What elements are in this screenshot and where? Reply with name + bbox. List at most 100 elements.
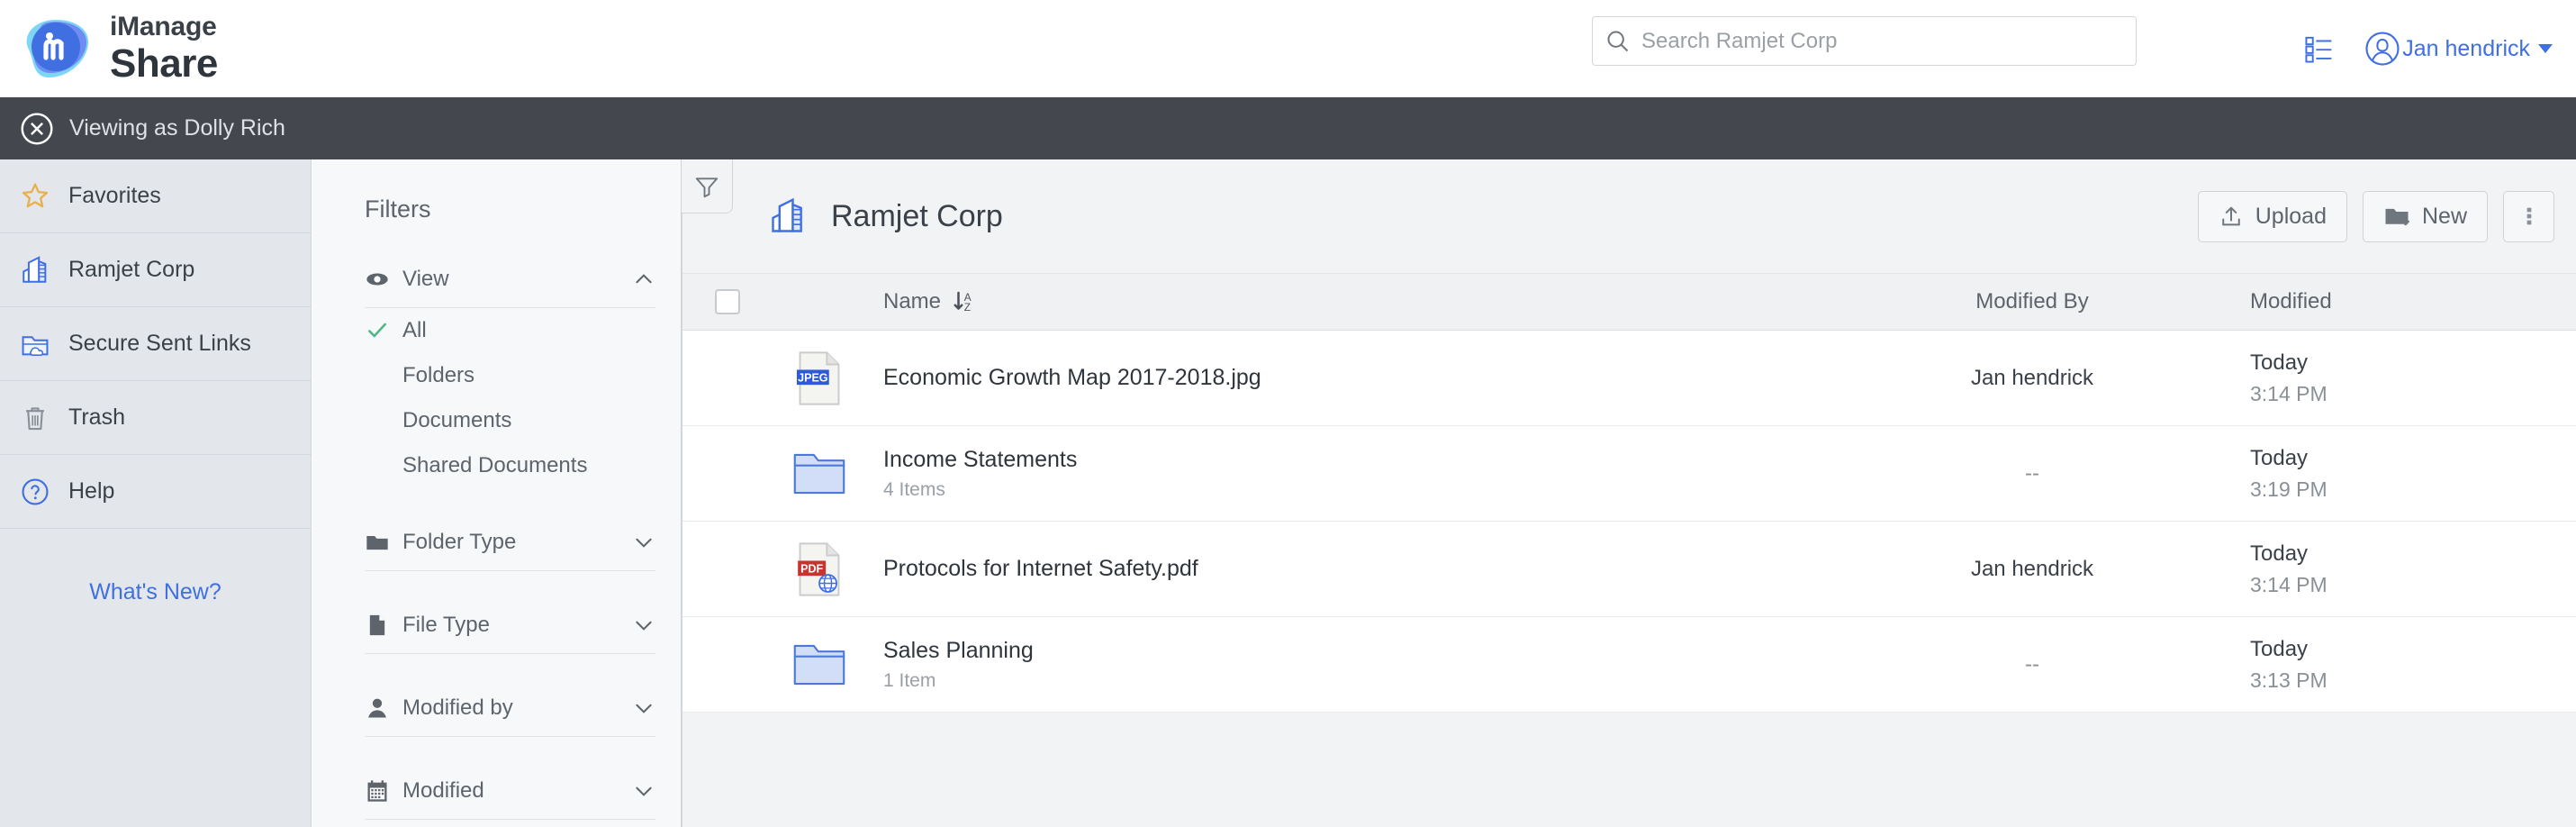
whats-new-link[interactable]: What's New? [89, 579, 221, 605]
question-circle-icon [20, 477, 50, 507]
modified-by-value: -- [2025, 652, 2039, 677]
row-name-cell[interactable]: Economic Growth Map 2017-2018.jpg [867, 365, 1852, 391]
star-icon [20, 181, 50, 212]
new-button[interactable]: New [2363, 191, 2488, 242]
whats-new-block: What's New? [0, 529, 311, 655]
modified-time: 3:14 PM [2250, 573, 2576, 597]
file-name: Economic Growth Map 2017-2018.jpg [883, 365, 1852, 391]
sidebar-label: Ramjet Corp [68, 257, 194, 283]
filter-option-folders[interactable]: Folders [365, 353, 655, 398]
row-modified-cell: Today 3:14 PM [2212, 541, 2576, 597]
chevron-up-icon[interactable] [632, 268, 655, 291]
calendar-icon [365, 778, 390, 804]
modified-by-value: Jan hendrick [1971, 557, 2093, 581]
chevron-down-icon[interactable] [632, 696, 655, 720]
sidebar-item-trash[interactable]: Trash [0, 381, 311, 455]
modified-time: 3:19 PM [2250, 477, 2576, 502]
content-header-actions: Upload New [2198, 191, 2554, 242]
filter-option-all[interactable]: All [365, 308, 655, 353]
top-header-bar: iManage Share [0, 0, 2576, 97]
file-name: Sales Planning [883, 638, 1852, 664]
building-icon [768, 196, 808, 236]
trash-icon [20, 403, 50, 433]
modified-by-column-header[interactable]: Modified By [1852, 289, 2212, 314]
brand-logo-block[interactable]: iManage Share [20, 14, 218, 84]
modified-column-header[interactable]: Modified [2212, 289, 2576, 314]
list-view-icon[interactable] [2300, 29, 2339, 68]
sidebar-item-secure-sent-links[interactable]: Secure Sent Links [0, 307, 311, 381]
filter-group-label: Modified [402, 778, 632, 804]
modified-day: Today [2250, 446, 2576, 471]
filter-group-label: View [402, 267, 632, 292]
select-all-cell [682, 289, 772, 314]
row-modified-by-cell: -- [1852, 461, 2212, 486]
modified-day: Today [2250, 541, 2576, 567]
filter-option-label: Shared Documents [402, 453, 587, 478]
upload-button[interactable]: Upload [2198, 191, 2347, 242]
select-all-checkbox[interactable] [715, 289, 740, 314]
modified-by-value: -- [2025, 461, 2039, 486]
filter-group-label: Modified by [402, 695, 632, 721]
filter-group-label: File Type [402, 613, 632, 638]
row-modified-cell: Today 3:14 PM [2212, 350, 2576, 406]
sidebar-label: Secure Sent Links [68, 331, 251, 357]
more-options-button[interactable] [2503, 191, 2554, 242]
main-content: Ramjet Corp Upload [682, 159, 2576, 827]
name-column-header[interactable]: Name A Z [867, 288, 1852, 315]
search-box[interactable] [1592, 16, 2137, 66]
sidebar-item-help[interactable]: Help [0, 455, 311, 529]
page-title: Ramjet Corp [831, 199, 1003, 234]
filter-group-header-file-type[interactable]: File Type [365, 596, 655, 654]
check-icon [365, 319, 390, 342]
filter-group-header-modified[interactable]: Modified [365, 762, 655, 820]
search-input[interactable] [1641, 17, 2123, 65]
row-modified-by-cell: Jan hendrick [1852, 557, 2212, 582]
filter-option-label: Documents [402, 408, 511, 433]
close-circle-icon[interactable] [20, 112, 54, 146]
filter-group-header-folder-type[interactable]: Folder Type [365, 513, 655, 571]
table-row[interactable]: Income Statements 4 Items -- Today 3:19 … [682, 426, 2576, 522]
filter-group-modified: Modified [365, 762, 655, 820]
row-name-cell[interactable]: Protocols for Internet Safety.pdf [867, 556, 1852, 582]
table-row[interactable]: PDF Protocols for Internet Safety.pdf Ja… [682, 522, 2576, 617]
imanage-m-logo-icon [20, 15, 95, 82]
modified-column-label: Modified [2250, 289, 2332, 314]
user-menu[interactable]: Jan hendrick [2363, 29, 2553, 68]
filter-group-file-type: File Type [365, 596, 655, 654]
sidebar-item-ramjet-corp[interactable]: Ramjet Corp [0, 233, 311, 307]
user-avatar-icon [2363, 29, 2402, 68]
filter-group-header-modified-by[interactable]: Modified by [365, 679, 655, 737]
user-name-label: Jan hendrick [2402, 36, 2530, 62]
svg-text:PDF: PDF [800, 562, 823, 575]
modified-time: 3:14 PM [2250, 382, 2576, 406]
table-row[interactable]: Sales Planning 1 Item -- Today 3:13 PM [682, 617, 2576, 713]
row-modified-by-cell: -- [1852, 652, 2212, 677]
chevron-down-icon[interactable] [632, 531, 655, 554]
table-row[interactable]: JPEG Economic Growth Map 2017-2018.jpg J… [682, 331, 2576, 426]
filters-toggle-button[interactable] [682, 159, 733, 214]
row-name-cell[interactable]: Sales Planning 1 Item [867, 638, 1852, 692]
app-window: iManage Share [0, 0, 2576, 827]
table-header-row: Name A Z Modified By Modified [682, 273, 2576, 331]
row-name-cell[interactable]: Income Statements 4 Items [867, 447, 1852, 501]
filter-option-shared-documents[interactable]: Shared Documents [365, 443, 655, 488]
header-right-controls: Jan hendrick [2300, 0, 2553, 97]
impersonation-label: Viewing as Dolly Rich [69, 115, 285, 141]
name-column-label: Name [883, 289, 941, 314]
impersonation-bar: Viewing as Dolly Rich [0, 97, 2576, 159]
sort-az-descending-icon[interactable]: A Z [952, 288, 979, 315]
sidebar-label: Trash [68, 404, 125, 431]
new-label: New [2422, 204, 2467, 230]
filter-group-header-view[interactable]: View [365, 250, 655, 308]
new-folder-icon [2383, 203, 2410, 230]
filter-option-documents[interactable]: Documents [365, 398, 655, 443]
file-icon [365, 613, 390, 638]
file-name: Protocols for Internet Safety.pdf [883, 556, 1852, 582]
row-modified-cell: Today 3:13 PM [2212, 637, 2576, 693]
sidebar-label: Help [68, 478, 114, 504]
content-header: Ramjet Corp Upload [682, 159, 2576, 273]
upload-icon [2219, 204, 2244, 229]
sidebar-item-favorites[interactable]: Favorites [0, 159, 311, 233]
chevron-down-icon[interactable] [632, 613, 655, 637]
chevron-down-icon[interactable] [632, 779, 655, 803]
